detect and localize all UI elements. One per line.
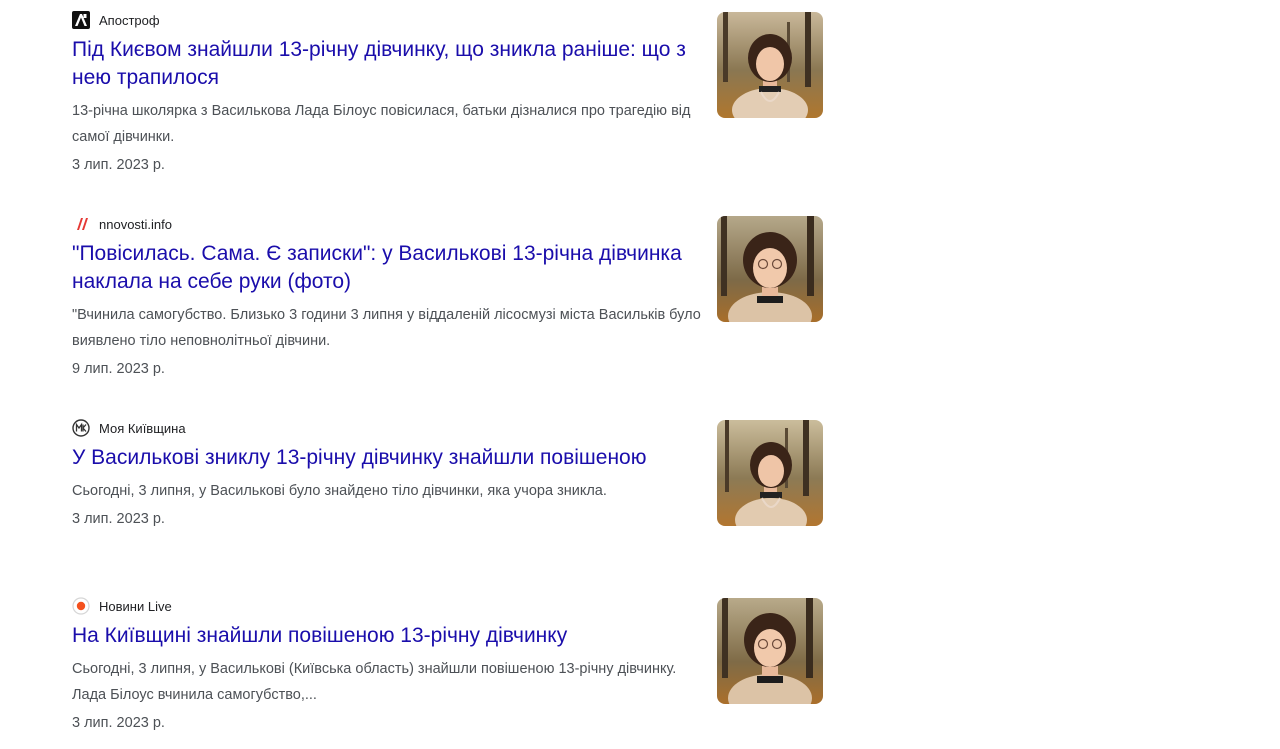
news-result-text: nnovosti.info "Повісилась. Сама. Є запис…	[72, 214, 702, 380]
result-title-link[interactable]: Під Києвом знайшли 13-річну дівчинку, що…	[72, 36, 702, 92]
orange-dot-logo-icon	[72, 597, 90, 615]
result-thumbnail[interactable]	[717, 420, 823, 526]
source-row[interactable]: nnovosti.info	[72, 214, 702, 234]
girl-portrait-photo	[717, 216, 823, 322]
result-thumbnail[interactable]	[717, 216, 823, 322]
news-result-text: Апостроф Під Києвом знайшли 13-річну дів…	[72, 10, 702, 176]
result-snippet: Сьогодні, 3 липня, у Василькові (Київськ…	[72, 661, 677, 703]
result-snippet: "Вчинила самогубство. Близько 3 години 3…	[72, 307, 701, 349]
source-name: Новини Live	[99, 598, 172, 614]
girl-portrait-photo	[717, 598, 823, 704]
result-title-link[interactable]: На Київщині знайшли повішеною 13-річну д…	[72, 622, 702, 650]
source-row[interactable]: Апостроф	[72, 10, 702, 30]
result-thumbnail[interactable]	[717, 598, 823, 704]
girl-portrait-photo	[717, 420, 823, 526]
result-date: 3 лип. 2023 р.	[72, 715, 165, 731]
source-row[interactable]: Моя Київщина	[72, 418, 702, 438]
result-title-link[interactable]: "Повісилась. Сама. Є записки": у Васильк…	[72, 240, 702, 296]
result-thumbnail[interactable]	[717, 12, 823, 118]
source-name: Апостроф	[99, 12, 160, 28]
source-row[interactable]: Новини Live	[72, 596, 702, 616]
news-result-text: Моя Київщина У Василькові зниклу 13-річн…	[72, 418, 702, 530]
news-result-text: Новини Live На Київщині знайшли повішено…	[72, 596, 702, 734]
result-snippet: Сьогодні, 3 липня, у Василькові було зна…	[72, 483, 607, 499]
result-title-link[interactable]: У Василькові зниклу 13-річну дівчинку зн…	[72, 444, 702, 472]
result-date: 3 лип. 2023 р.	[72, 511, 165, 527]
slashes-logo-icon	[72, 215, 90, 233]
apostrophe-logo-icon	[72, 11, 90, 29]
result-date: 3 лип. 2023 р.	[72, 157, 165, 173]
result-snippet: 13-річна школярка з Василькова Лада Біло…	[72, 103, 691, 145]
mk-circle-logo-icon	[72, 419, 90, 437]
source-name: Моя Київщина	[99, 420, 186, 436]
source-name: nnovosti.info	[99, 216, 172, 232]
result-date: 9 лип. 2023 р.	[72, 361, 165, 377]
girl-portrait-photo	[717, 12, 823, 118]
